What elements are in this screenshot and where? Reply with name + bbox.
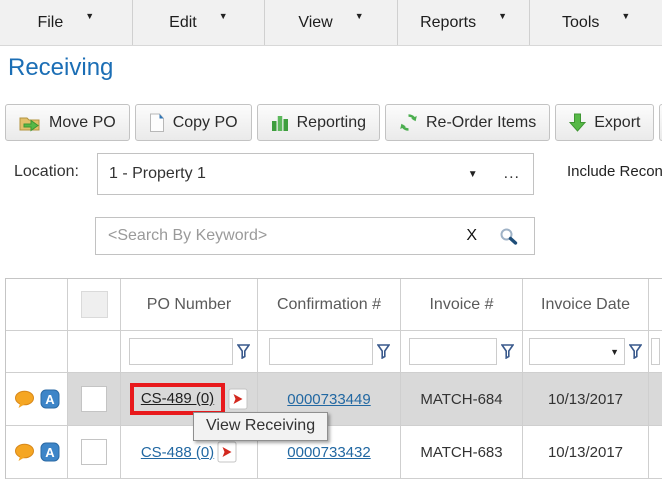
row-2-checkbox[interactable] [81,439,107,465]
column-header-invoice[interactable]: Invoice # [401,279,523,331]
search-input[interactable] [96,227,460,245]
confirmation-link[interactable]: 0000733449 [287,391,370,408]
filter-invoice-cell [401,331,523,373]
po-number-filter-input[interactable] [129,338,233,365]
chevron-down-icon: ▼ [85,11,94,21]
copy-po-button[interactable]: Copy PO [135,104,252,141]
confirmation-filter-input[interactable] [269,338,373,365]
menu-edit-label: Edit [169,14,197,32]
row-1-checkbox-cell [68,373,121,426]
invoice-date-filter-input[interactable]: ▼ [529,338,625,365]
row-1-partial-cell [649,373,662,426]
filter-icons-cell [6,331,68,373]
svg-text:A: A [45,445,55,460]
reporting-button[interactable]: Reporting [257,104,380,141]
include-reconciled-label: Include Reconc [567,163,662,180]
menu-view-label: View [298,14,332,32]
menu-tools[interactable]: Tools ▼ [530,0,662,45]
row-1-invoice-date-cell: 10/13/2017 [523,373,649,426]
menu-file-label: File [37,14,63,32]
note-bubble-icon[interactable] [14,443,35,462]
location-dropdown[interactable]: 1 - Property 1 ▼ ... [97,153,534,195]
po-number-link[interactable]: CS-488 (0) [141,444,214,461]
select-all-checkbox[interactable] [81,291,108,318]
filter-confirmation-cell [258,331,401,373]
search-icon[interactable] [499,227,518,246]
bar-chart-icon [271,114,289,132]
header-icons-column [6,279,68,331]
approval-a-badge-icon[interactable]: A [40,389,60,409]
move-po-button[interactable]: Move PO [5,104,130,141]
svg-text:A: A [45,392,55,407]
confirmation-link[interactable]: 0000733432 [287,444,370,461]
search-box: X [95,217,535,255]
reorder-items-label: Re-Order Items [426,114,536,132]
column-header-po-number[interactable]: PO Number [121,279,258,331]
chevron-down-icon: ▼ [355,11,364,21]
filter-funnel-icon[interactable] [501,344,514,359]
copy-page-icon [149,113,165,133]
row-2-invoice-date-cell: 10/13/2017 [523,426,649,479]
location-value: 1 - Property 1 [98,165,468,183]
chevron-down-icon: ▼ [498,11,507,21]
view-receiving-tooltip: View Receiving [193,412,328,441]
dropdown-arrow-icon[interactable]: ▼ [468,169,478,180]
header-select-all [68,279,121,331]
pdf-export-icon[interactable] [228,388,248,410]
row-2-icons-cell: A [6,426,68,479]
menu-view[interactable]: View ▼ [265,0,398,45]
export-button[interactable]: Export [555,104,654,141]
move-po-label: Move PO [49,114,116,132]
approval-a-badge-icon[interactable]: A [40,442,60,462]
filter-partial-cell [649,331,662,373]
dropdown-arrow-icon[interactable]: ▼ [610,347,619,357]
row-2-checkbox-cell [68,426,121,479]
filter-funnel-icon[interactable] [377,344,390,359]
row-1-invoice-cell: MATCH-684 [401,373,523,426]
highlight-red-box: CS-489 (0) [130,383,225,415]
reorder-items-button[interactable]: Re-Order Items [385,104,550,141]
partial-filter-input[interactable] [651,338,660,365]
pdf-export-icon[interactable] [217,441,237,463]
export-down-arrow-icon [569,113,586,132]
export-label: Export [594,114,640,132]
move-po-folder-icon [19,114,41,132]
filter-funnel-icon[interactable] [629,344,642,359]
page-title: Receiving [8,54,113,82]
location-label: Location: [14,163,79,181]
row-1-icons-cell: A [6,373,68,426]
po-number-link[interactable]: CS-489 (0) [141,390,214,407]
receiving-table: PO Number Confirmation # Invoice # Invoi… [5,278,662,479]
row-1-checkbox[interactable] [81,386,107,412]
menu-reports-label: Reports [420,14,476,32]
menu-file[interactable]: File ▼ [0,0,133,45]
filter-invoice-date-cell: ▼ [523,331,649,373]
chevron-down-icon: ▼ [219,11,228,21]
filter-funnel-icon[interactable] [237,344,250,359]
invoice-filter-input[interactable] [409,338,497,365]
menu-reports[interactable]: Reports ▼ [398,0,531,45]
menu-tools-label: Tools [562,14,599,32]
search-clear-button[interactable]: X [466,227,477,245]
menu-edit[interactable]: Edit ▼ [133,0,266,45]
column-header-invoice-date[interactable]: Invoice Date [523,279,649,331]
toolbar: Move PO Copy PO Reporting Re-Order Items… [5,104,662,141]
column-header-partial [649,279,662,331]
column-header-confirmation[interactable]: Confirmation # [258,279,401,331]
reorder-recycle-icon [399,113,418,132]
chevron-down-icon: ▼ [621,11,630,21]
reporting-label: Reporting [297,114,366,132]
note-bubble-icon[interactable] [14,390,35,409]
row-2-partial-cell [649,426,662,479]
menu-bar: File ▼ Edit ▼ View ▼ Reports ▼ Tools ▼ [0,0,662,46]
copy-po-label: Copy PO [173,114,238,132]
location-browse-button[interactable]: ... [504,165,520,183]
row-2-invoice-cell: MATCH-683 [401,426,523,479]
filter-checkbox-cell [68,331,121,373]
filter-po-number-cell [121,331,258,373]
